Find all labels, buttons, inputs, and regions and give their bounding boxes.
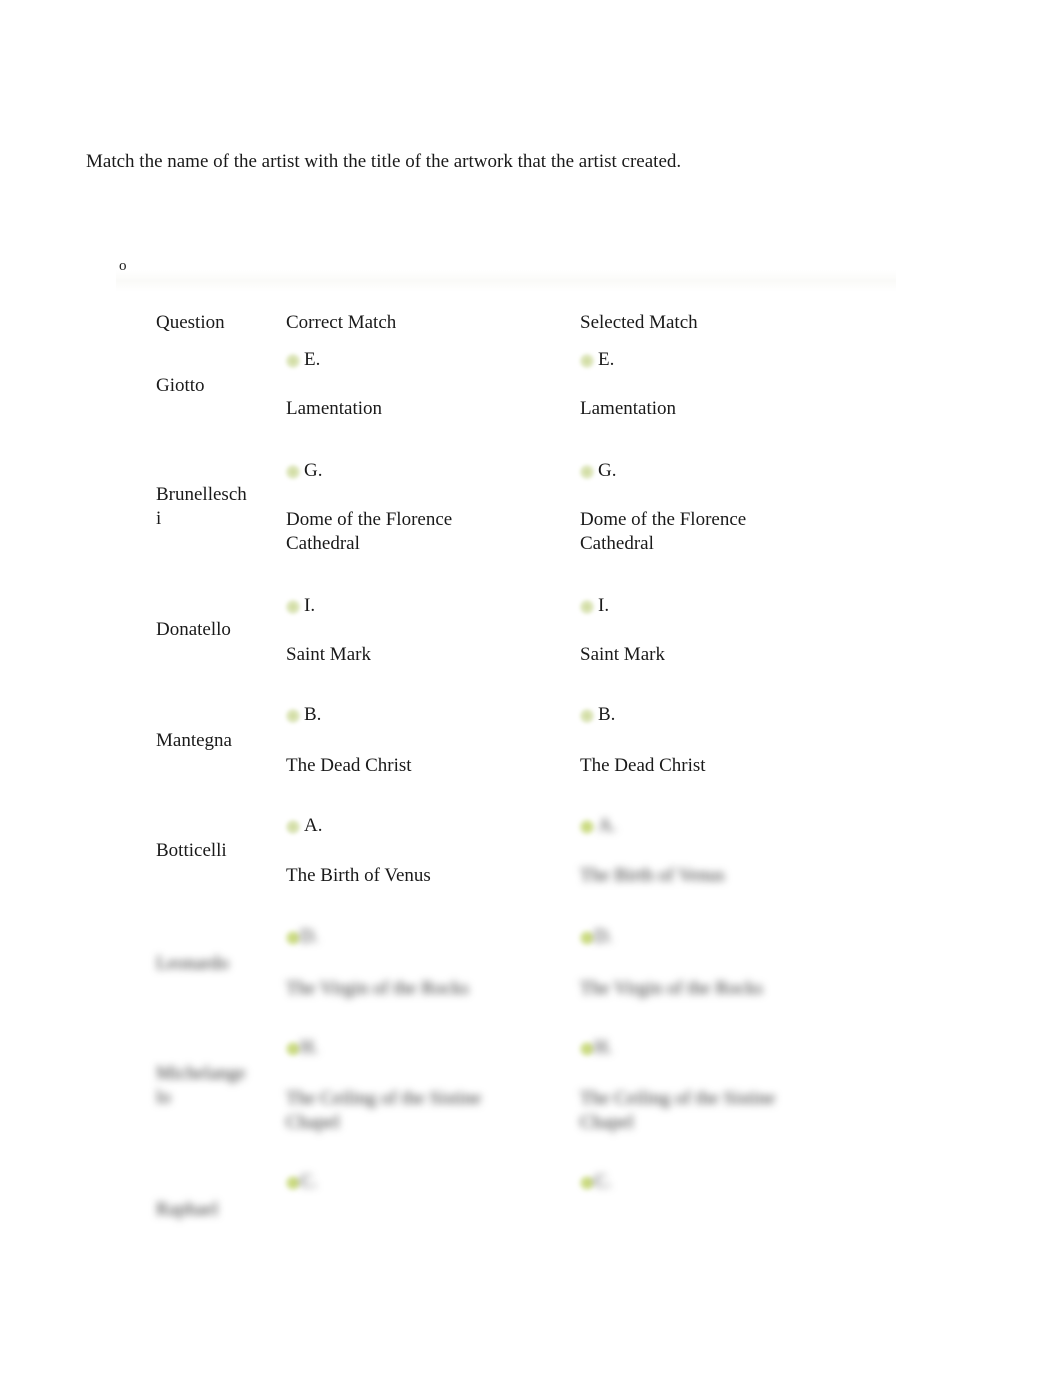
correct-title: The Virgin of the Rocks (286, 978, 469, 999)
selected-check-icon (579, 353, 595, 369)
selected-letter: B. (598, 704, 616, 725)
selected-title: Lamentation (580, 398, 677, 419)
header-selected-match: Selected Match (580, 312, 698, 333)
selected-check-icon (579, 1175, 595, 1191)
correct-letter: G. (304, 460, 323, 481)
selected-title: The Dead Christ (580, 755, 706, 776)
correct-check-icon (285, 599, 301, 615)
header-question: Question (156, 312, 225, 333)
selected-letter: E. (598, 349, 615, 370)
correct-title: The Birth of Venus (286, 865, 431, 886)
correct-letter: H. (300, 1037, 319, 1058)
selected-title: Saint Mark (580, 644, 665, 665)
selected-title: Dome of the Florence Cathedral (580, 509, 747, 554)
correct-check-icon (285, 1041, 301, 1057)
correct-letter: A. (304, 815, 323, 836)
correct-letter: B. (304, 704, 322, 725)
selected-title: The Birth of Venus (580, 865, 725, 886)
artist-name: Michelangelo (156, 1063, 246, 1108)
artist-name: Mantegna (156, 730, 232, 751)
selected-title: The Virgin of the Rocks (580, 978, 763, 999)
artist-name: Giotto (156, 375, 205, 396)
correct-letter: D. (300, 926, 319, 947)
selected-letter: I. (598, 595, 610, 616)
artist-name: Botticelli (156, 840, 227, 861)
selected-check-icon (579, 1041, 595, 1057)
selected-letter: G. (598, 460, 617, 481)
selected-check-icon (579, 599, 595, 615)
correct-check-icon (285, 819, 301, 835)
correct-check-icon (285, 353, 301, 369)
selected-letter: A. (598, 815, 617, 836)
bullet-band (116, 270, 896, 292)
header-correct-match: Correct Match (286, 312, 397, 333)
correct-title: Dome of the Florence Cathedral (286, 509, 453, 554)
correct-check-icon (285, 1175, 301, 1191)
correct-check-icon (285, 464, 301, 480)
question-prompt: Match the name of the artist with the ti… (86, 151, 682, 172)
correct-title: The Ceiling of the Sistine Chapel (286, 1088, 482, 1133)
correct-letter: C. (300, 1171, 318, 1192)
artist-name: Raphael (156, 1199, 219, 1220)
correct-title: Lamentation (286, 398, 383, 419)
artist-name: Brunelleschi (156, 484, 247, 529)
artist-name: Donatello (156, 619, 231, 640)
selected-check-icon (579, 930, 595, 946)
selected-letter: H. (594, 1037, 613, 1058)
correct-check-icon (285, 708, 301, 724)
artist-name: Leonardo (156, 953, 229, 974)
correct-title: Saint Mark (286, 644, 371, 665)
correct-title: The Dead Christ (286, 755, 412, 776)
selected-letter: C. (594, 1171, 612, 1192)
selected-title: The Ceiling of the Sistine Chapel (580, 1088, 776, 1133)
correct-letter: E. (304, 349, 321, 370)
selected-check-icon (579, 708, 595, 724)
correct-letter: I. (304, 595, 316, 616)
correct-check-icon (285, 930, 301, 946)
selected-check-icon (579, 819, 595, 835)
selected-letter: D. (594, 926, 613, 947)
selected-check-icon (579, 464, 595, 480)
